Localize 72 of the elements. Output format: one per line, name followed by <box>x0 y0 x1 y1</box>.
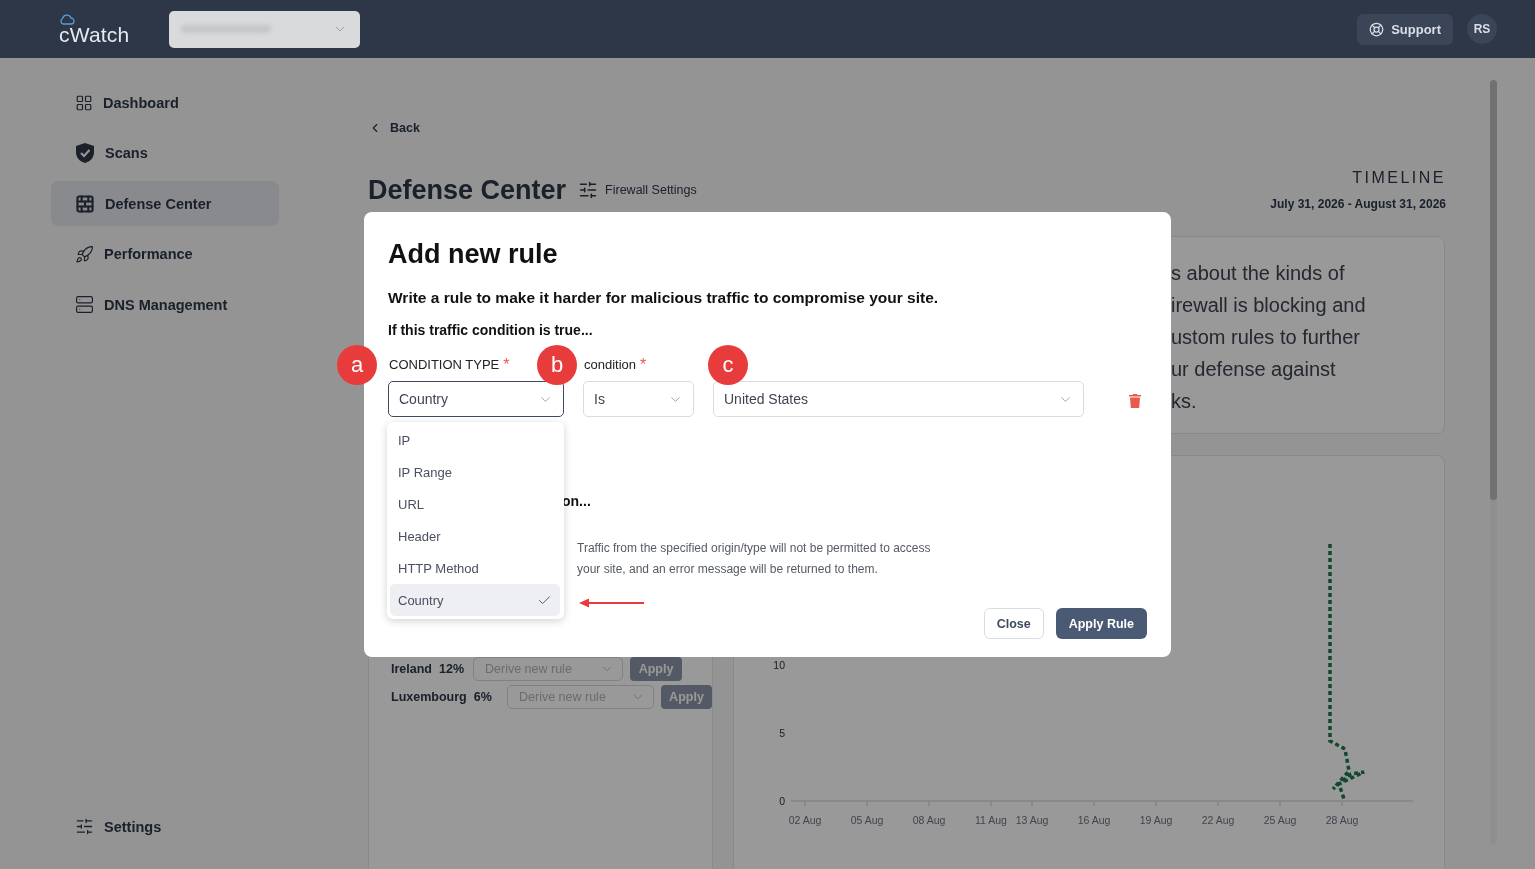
select-field[interactable]: United States <box>713 381 1084 417</box>
field-label: CONDITION TYPE <box>389 356 500 374</box>
site-selector[interactable] <box>169 10 361 48</box>
dropdown-option[interactable]: IP Range <box>390 456 560 488</box>
annotation-marker: a <box>337 345 377 385</box>
x-tick-label: 13 Aug <box>1015 814 1049 826</box>
modal-title: Add new rule <box>388 238 559 270</box>
country-share: 12% <box>439 662 466 676</box>
close-button[interactable]: Close <box>983 608 1044 639</box>
rocket-icon <box>75 244 94 264</box>
required-mark: * <box>640 356 647 374</box>
x-tick-label: 19 Aug <box>1139 814 1173 826</box>
x-tick-label: 22 Aug <box>1201 814 1235 826</box>
dropdown-option[interactable]: IP <box>390 424 560 456</box>
firewall-settings-link[interactable]: Firewall Settings <box>578 180 697 200</box>
y-tick-label: 0 <box>779 794 785 807</box>
page-title: Defense Center <box>368 174 567 206</box>
server-icon <box>75 295 94 314</box>
support-button[interactable]: Support <box>1357 13 1453 45</box>
section-heading: If this traffic condition is true... <box>388 321 594 340</box>
field-label: condition <box>584 356 637 374</box>
modal-subtitle: Write a rule to make it harder for malicious traffic to compromise your site. <box>388 288 940 308</box>
annotation-marker: c <box>708 345 748 385</box>
country-name: Ireland <box>391 662 432 676</box>
select-field[interactable]: Is <box>583 381 694 417</box>
x-tick-label: 28 Aug <box>1325 814 1359 826</box>
sidebar-item[interactable]: Scans <box>51 130 279 176</box>
timeline-label: TIMELINE <box>1352 169 1446 187</box>
info-text: ustom rules to further <box>1171 325 1361 350</box>
x-tick-label: 08 Aug <box>912 814 946 826</box>
info-text: irewall is blocking and <box>1171 293 1367 318</box>
avatar[interactable]: RS <box>1467 14 1497 44</box>
logo-text: cWatch <box>59 24 130 45</box>
apply-rule-button[interactable]: Apply Rule <box>1055 608 1147 639</box>
grid-icon <box>75 93 93 112</box>
dropdown-option[interactable]: HTTP Method <box>390 552 560 584</box>
y-tick-label: 10 <box>773 658 785 671</box>
info-text: ks. <box>1171 389 1198 414</box>
sidebar-item[interactable]: Dashboard <box>51 80 279 125</box>
shield-check-icon <box>75 142 95 164</box>
logo[interactable]: cWatch <box>59 13 130 45</box>
action-description: Traffic from the specified origin/type will not be permitted to access your site, and an error message will be returned to them. <box>577 540 932 578</box>
cloud-icon <box>59 13 75 25</box>
info-text: ur defense against <box>1171 357 1337 382</box>
sliders-icon <box>75 817 94 836</box>
x-tick-label: 05 Aug <box>850 814 884 826</box>
settings-item[interactable]: Settings <box>51 804 279 849</box>
dropdown-option[interactable]: Header <box>390 520 560 552</box>
info-text: s about the kinds of <box>1171 261 1346 286</box>
annotation-marker: b <box>537 345 577 385</box>
brick-wall-icon <box>75 193 95 214</box>
sidebar-item[interactable]: Defense Center <box>51 181 279 226</box>
y-tick-label: 5 <box>779 726 785 739</box>
delete-button[interactable] <box>1129 394 1141 408</box>
x-tick-label: 02 Aug <box>788 814 822 826</box>
x-tick-label: 25 Aug <box>1263 814 1297 826</box>
dropdown-option[interactable]: Country <box>390 584 560 616</box>
timeline-range: July 31, 2026 - August 31, 2026 <box>1270 197 1446 211</box>
x-tick-label: 11 Aug <box>975 814 1007 826</box>
sliders-icon <box>578 180 599 200</box>
sidebar-item[interactable]: Performance <box>51 231 279 277</box>
annotation-arrow <box>578 597 646 609</box>
scrollbar[interactable] <box>1490 80 1497 845</box>
back-link[interactable]: Back <box>368 118 428 138</box>
country-name: Luxembourg <box>391 690 467 704</box>
lifebuoy-icon <box>1369 21 1385 37</box>
sidebar-item[interactable]: DNS Management <box>51 282 279 327</box>
trash-icon <box>1129 394 1141 408</box>
required-mark: * <box>503 356 510 374</box>
x-tick-label: 16 Aug <box>1077 814 1111 826</box>
dropdown-option[interactable]: URL <box>390 488 560 520</box>
country-share: 6% <box>473 690 493 704</box>
